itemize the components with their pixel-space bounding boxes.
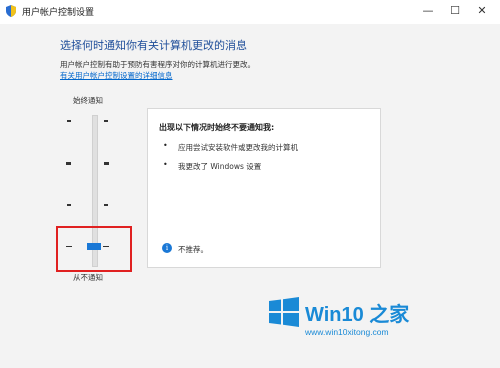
slider-bottom-label: 从不通知 (73, 273, 103, 282)
minimize-button[interactable]: — (414, 0, 442, 22)
watermark-url: www.win10xitong.com (305, 327, 389, 337)
slider-tick (104, 162, 109, 165)
title-bar: 用户帐户控制设置 — ☐ ✕ (0, 0, 500, 24)
uac-details-link[interactable]: 有关用户帐户控制设置的详细信息 (60, 70, 173, 81)
uac-shield-icon (6, 5, 16, 17)
slider-tick (67, 120, 71, 122)
info-text: 不推荐。 (178, 245, 208, 254)
panel-title: 出现以下情况时始终不要通知我: (159, 123, 275, 132)
highlight-box (56, 226, 132, 272)
slider-top-label: 始终通知 (73, 96, 103, 105)
slider-tick (67, 204, 71, 206)
description-text: 用户帐户控制有助于预防有害程序对你的计算机进行更改。 (60, 60, 255, 69)
maximize-button[interactable]: ☐ (441, 0, 469, 22)
panel-bullet: 我更改了 Windows 设置 (178, 162, 262, 171)
slider-tick (66, 162, 71, 165)
watermark-brand: Win10 之家 (305, 304, 410, 326)
info-icon: i (162, 243, 172, 253)
page-heading: 选择何时通知你有关计算机更改的消息 (60, 39, 247, 52)
window-title: 用户帐户控制设置 (22, 8, 95, 18)
bullet-dot: • (163, 141, 168, 150)
slider-tick (104, 120, 108, 122)
bullet-dot: • (163, 160, 168, 169)
windows-logo-icon (269, 297, 299, 327)
close-button[interactable]: ✕ (468, 0, 496, 22)
slider-tick (104, 204, 108, 206)
panel-bullet: 应用尝试安装软件或更改我的计算机 (178, 143, 298, 152)
description-panel: 出现以下情况时始终不要通知我: • 应用尝试安装软件或更改我的计算机 • 我更改… (147, 108, 381, 268)
